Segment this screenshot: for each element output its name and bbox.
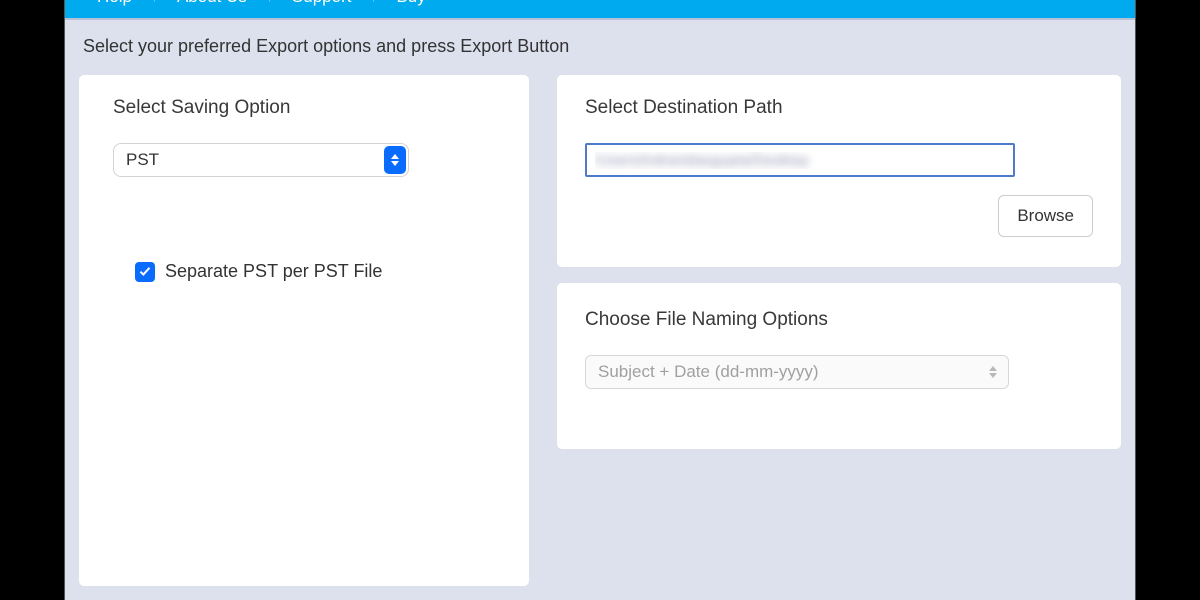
check-icon (140, 265, 150, 276)
browse-button[interactable]: Browse (998, 195, 1093, 237)
destination-title: Select Destination Path (585, 97, 1093, 119)
export-options-window: Help About Us Support Buy Select your pr… (64, 0, 1136, 600)
page-instruction: Select your preferred Export options and… (79, 36, 1121, 57)
panels: Select Saving Option Separate PST per PS… (79, 75, 1121, 586)
naming-title: Choose File Naming Options (585, 309, 1093, 331)
menu-help[interactable]: Help (75, 0, 155, 2)
menu-buy[interactable]: Buy (374, 0, 447, 2)
separate-pst-checkbox[interactable] (135, 262, 155, 282)
separate-pst-checkbox-label: Separate PST per PST File (165, 261, 382, 282)
naming-select-wrap (585, 355, 1009, 389)
destination-path-input[interactable] (585, 143, 1015, 177)
saving-option-select-wrap (113, 143, 409, 177)
saving-option-title: Select Saving Option (113, 97, 495, 119)
saving-option-card: Select Saving Option Separate PST per PS… (79, 75, 529, 586)
left-column: Select Saving Option Separate PST per PS… (79, 75, 529, 586)
menu-support[interactable]: Support (270, 0, 375, 2)
menubar: Help About Us Support Buy (65, 0, 1135, 18)
separate-pst-checkbox-row: Separate PST per PST File (135, 261, 495, 282)
naming-card: Choose File Naming Options (557, 283, 1121, 449)
naming-option-select[interactable] (585, 355, 1009, 389)
right-column: Select Destination Path Browse Choose Fi… (557, 75, 1121, 586)
saving-option-select[interactable] (113, 143, 409, 177)
destination-card: Select Destination Path Browse (557, 75, 1121, 267)
content-area: Select your preferred Export options and… (65, 20, 1135, 600)
destination-row: Browse (585, 143, 1093, 237)
menu-about-us[interactable]: About Us (155, 0, 270, 2)
browse-row: Browse (585, 195, 1093, 237)
